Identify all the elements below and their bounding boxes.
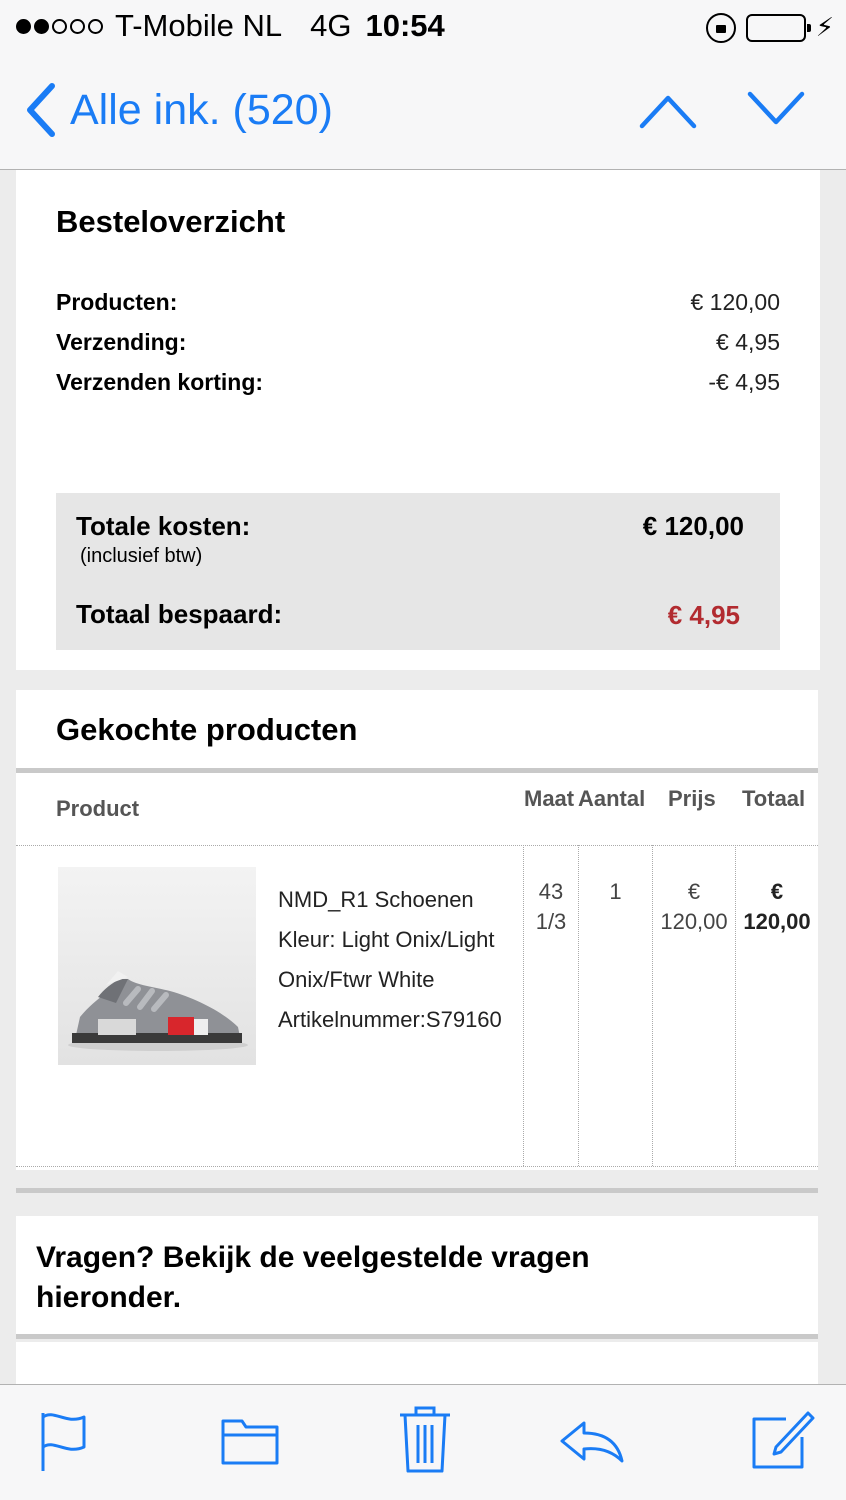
product-color: Kleur: Light Onix/Light [278,927,495,952]
column-header-price: Prijs [668,786,716,811]
summary-row: Verzending: € 4,95 [56,329,780,359]
faq-heading-line1: Vragen? Bekijk de veelgestelde vragen [36,1241,590,1274]
product-size: 43 1/3 [524,877,578,937]
carrier-name: T-Mobile NL [115,8,283,43]
reply-button[interactable] [558,1419,626,1463]
email-body[interactable]: Besteloverzicht Producten: € 120,00 Verz… [0,170,846,1384]
purchased-products-card: Gekochte producten Product Maat Aantal P… [16,690,818,1170]
size-fraction: 1/3 [535,909,567,934]
summary-value: € 120,00 [690,289,780,315]
summary-label: Producten: [56,289,178,315]
size-value: 43 [538,879,564,904]
faq-heading: Vragen? Bekijk de veelgestelde vragen hi… [36,1238,736,1318]
folder-icon [221,1419,279,1465]
navigation-bar: Alle ink. (520) [0,56,846,170]
product-color-continued: Onix/Ftwr White [278,967,435,992]
bottom-toolbar [0,1384,846,1500]
compose-icon [752,1411,815,1469]
summary-row: Producten: € 120,00 [56,289,780,319]
status-right: ⚡︎ [705,12,834,43]
total-saved-label: Totaal bespaard: [76,599,283,629]
total-cost-value: € 120,00 [642,511,744,541]
column-header-product: Product [56,796,140,821]
divider [16,1188,818,1193]
order-summary-card: Besteloverzicht Producten: € 120,00 Verz… [16,170,820,670]
chevron-up-icon[interactable] [638,88,698,132]
quantity-value: 1 [609,879,622,904]
table-divider [16,845,818,846]
signal-strength-icon [16,18,103,34]
charging-bolt-icon: ⚡︎ [815,12,834,42]
summary-row: Verzenden korting: -€ 4,95 [56,369,780,399]
totals-box: Totale kosten: (inclusief btw) € 120,00 … [56,493,780,650]
status-left: T-Mobile NL 4G 10:54 [16,8,445,44]
product-description: NMD_R1 Schoenen Kleur: Light Onix/Light … [278,880,502,1040]
product-name[interactable]: NMD_R1 Schoenen [278,880,502,920]
flag-icon [41,1413,86,1471]
total-cost-label: Totale kosten: [76,511,251,541]
product-price: € 120,00 [653,877,735,937]
message-navigation [638,88,806,132]
trash-icon [400,1406,450,1473]
order-summary-title: Besteloverzicht [56,204,286,239]
faq-card: Vragen? Bekijk de veelgestelde vragen hi… [16,1216,818,1336]
product-total: € 120,00 [736,877,818,937]
product-quantity: 1 [579,877,652,907]
total-currency: € [770,879,784,904]
purchased-products-title: Gekochte producten [56,712,358,747]
price-value: 120,00 [660,909,728,934]
summary-label: Verzending: [56,329,187,355]
total-saved-value: € 4,95 [667,600,740,630]
compose-button[interactable] [750,1407,816,1473]
price-currency: € [687,879,701,904]
flag-button[interactable] [38,1407,92,1473]
summary-value: -€ 4,95 [708,369,780,395]
column-header-size: Maat [524,786,575,811]
summary-label: Verzenden korting: [56,369,264,395]
divider [16,768,818,773]
total-value: 120,00 [743,909,811,934]
orientation-lock-icon [705,12,736,43]
reply-icon [560,1421,624,1463]
column-header-quantity: Aantal [578,786,646,811]
sneaker-image [68,971,248,1051]
network-type: 4G [310,8,352,43]
next-section-card [16,1342,818,1384]
divider [16,1334,818,1339]
product-image[interactable] [58,867,256,1065]
vat-note: (inclusief btw) [80,545,203,567]
faq-heading-line2: hieronder. [36,1281,182,1314]
back-button[interactable]: Alle ink. (520) [20,80,333,140]
move-to-folder-button[interactable] [220,1415,280,1467]
clock: 10:54 [365,8,445,43]
battery-icon [745,13,811,42]
chevron-down-icon[interactable] [746,88,806,132]
table-divider [16,1166,818,1167]
chevron-left-icon [27,83,55,137]
back-button-label: Alle ink. (520) [70,85,333,134]
status-bar: T-Mobile NL 4G 10:54 ⚡︎ [0,0,846,56]
summary-value: € 4,95 [716,329,780,355]
column-header-total: Totaal [742,786,806,811]
delete-button[interactable] [398,1403,452,1475]
product-article-number: Artikelnummer:S79160 [278,1007,502,1032]
